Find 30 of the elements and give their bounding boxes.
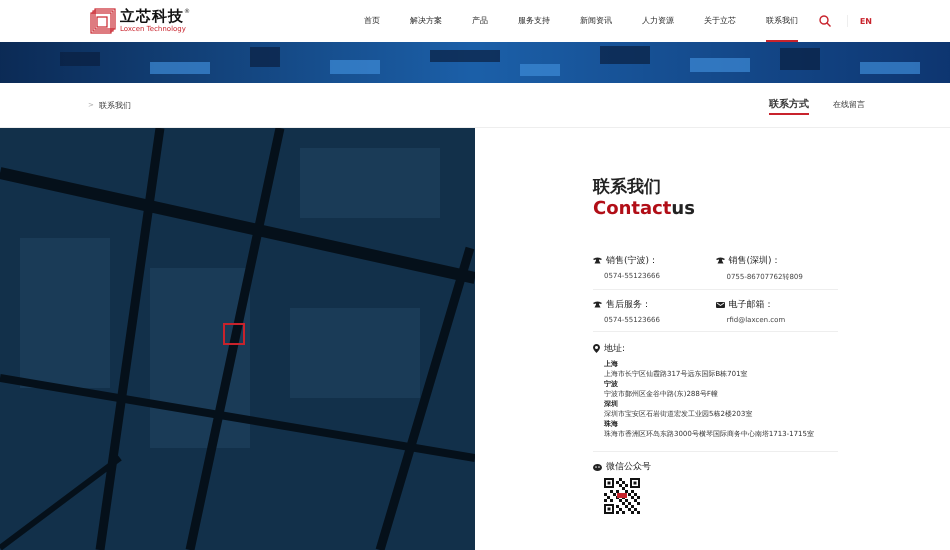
phone-icon xyxy=(716,257,724,264)
logo-name: 立芯科技 xyxy=(120,8,184,25)
sub-tab[interactable]: 联系方式 xyxy=(769,95,809,115)
address-label: 地址: xyxy=(604,342,626,355)
phone-icon xyxy=(593,257,602,264)
breadcrumb-link[interactable]: 联系我们 xyxy=(98,100,131,110)
location-pin-icon xyxy=(593,344,600,353)
sub-tab[interactable]: 在线留言 xyxy=(833,96,865,114)
chat-icon xyxy=(593,462,602,470)
section-title: 联系我们 xyxy=(593,176,662,198)
envelope-icon xyxy=(716,302,724,308)
wechat-label: 微信公众号 xyxy=(606,460,651,473)
contact-label: 售后服务： xyxy=(606,298,651,311)
nav-item[interactable]: 人力资源 xyxy=(642,0,674,42)
section-subtitle-accent: Contact xyxy=(593,198,672,219)
search-icon xyxy=(818,15,831,27)
nav-item[interactable]: 服务支持 xyxy=(518,0,550,42)
nav-item[interactable]: 关于立芯 xyxy=(704,0,736,42)
section-subtitle: us xyxy=(671,198,695,219)
nav-item[interactable]: 解决方案 xyxy=(410,0,442,42)
logo-icon xyxy=(90,8,116,34)
nav-item[interactable]: 产品 xyxy=(472,0,488,42)
language-link[interactable]: EN xyxy=(860,16,872,26)
qr-code xyxy=(604,478,640,514)
contact-label: 电子邮箱： xyxy=(728,298,774,311)
phone-icon xyxy=(593,301,602,308)
nav-item[interactable]: 首页 xyxy=(364,0,380,42)
contact-label: 销售(深圳)： xyxy=(728,254,781,267)
contact-label: 销售(宁波)： xyxy=(606,254,658,267)
nav-item[interactable]: 新闻资讯 xyxy=(580,0,612,42)
